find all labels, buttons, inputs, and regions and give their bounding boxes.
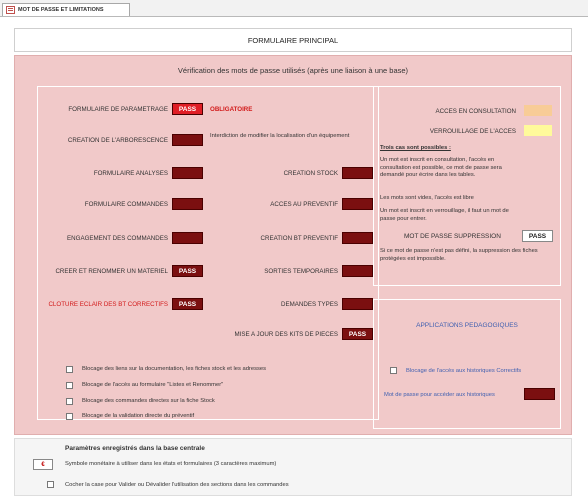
field-mdp-historiques[interactable]: [524, 388, 555, 400]
tab-label: MOT DE PASSE ET LIMITATIONS: [18, 7, 104, 13]
header-title-button[interactable]: FORMULAIRE PRINCIPAL: [14, 28, 572, 52]
checkbox-blocage-commandes[interactable]: [66, 398, 73, 405]
field-creation-arborescence[interactable]: [172, 134, 203, 146]
tab-mot-de-passe[interactable]: MOT DE PASSE ET LIMITATIONS: [2, 3, 130, 16]
checkbox-blocage-listes[interactable]: [66, 382, 73, 389]
field-formulaire-commandes[interactable]: [172, 198, 203, 210]
label-creation-stock: CREATION STOCK: [283, 170, 338, 177]
checkbox-blocage-liens[interactable]: [66, 366, 73, 373]
label-formulaire-commandes: FORMULAIRE COMMANDES: [84, 201, 168, 208]
field-acces-preventif[interactable]: [342, 198, 373, 210]
label-demandes-types: DEMANDES TYPES: [281, 301, 338, 308]
label-trois-cas: Trois cas sont possibles :: [380, 145, 451, 151]
label-mise-a-jour-kits: MISE A JOUR DES KITS DE PIECES: [234, 331, 339, 338]
label-formulaire-analyses: FORMULAIRE ANALYSES: [93, 170, 168, 177]
label-verrouillage-acces: VERROUILLAGE DE L'ACCES: [429, 128, 516, 135]
form-icon: [6, 6, 15, 14]
field-mdp-suppression[interactable]: PASS: [522, 230, 553, 242]
label-acces-preventif: ACCES AU PREVENTIF: [270, 201, 338, 208]
note-consultation: Un mot est inscrit en consultation, l'ac…: [380, 157, 502, 178]
field-demandes-types[interactable]: [342, 298, 373, 310]
note-arborescence: Interdiction de modifier la localisation…: [210, 133, 350, 139]
label-creation-bt-preventif: CREATION BT PREVENTIF: [260, 235, 338, 242]
field-sorties-temporaires[interactable]: [342, 265, 373, 277]
label-cloture-eclair: CLOTURE ECLAIR DES BT CORRECTIFS: [48, 301, 168, 308]
checkbox-label-blocage-historiques: Blocage de l'accès aux historiques Corre…: [406, 368, 522, 374]
pedagogical-panel: APPLICATIONS PEDAGOGIQUES Blocage de l'a…: [373, 299, 561, 429]
field-creer-renommer[interactable]: PASS: [172, 265, 203, 277]
tab-bar: MOT DE PASSE ET LIMITATIONS: [0, 0, 588, 17]
currency-input[interactable]: €: [33, 459, 53, 470]
access-panel: ACCES EN CONSULTATION VERROUILLAGE DE L'…: [373, 86, 561, 286]
checkbox-label-blocage-validation: Blocage de la validation directe du prév…: [82, 413, 195, 419]
field-acces-consultation[interactable]: [524, 105, 552, 116]
field-engagement-commandes[interactable]: [172, 232, 203, 244]
note-suppression: Si ce mot de passe n'est pas défini, la …: [380, 248, 538, 262]
note-verrouillage: Un mot est inscrit en verrouillage, il f…: [380, 208, 509, 222]
checkbox-blocage-validation[interactable]: [66, 413, 73, 420]
password-panel: FORMULAIRE DE PARAMETRAGE PASS OBLIGATOI…: [37, 86, 379, 420]
field-creation-bt-preventif[interactable]: [342, 232, 373, 244]
checkbox-label-sections: Cocher la case pour Valider ou Dévalider…: [65, 482, 289, 488]
field-creation-stock[interactable]: [342, 167, 373, 179]
label-mdp-historiques: Mot de passe pour accéder aux historique…: [384, 392, 495, 398]
checkbox-sections-commandes[interactable]: [47, 481, 54, 488]
field-formulaire-analyses[interactable]: [172, 167, 203, 179]
page-subtitle: Vérification des mots de passe utilisés …: [177, 66, 409, 75]
label-obligatoire: OBLIGATOIRE: [210, 106, 253, 113]
field-formulaire-parametrage[interactable]: PASS: [172, 103, 203, 115]
label-acces-consultation: ACCES EN CONSULTATION: [435, 108, 516, 115]
label-mdp-suppression: MOT DE PASSE SUPPRESSION: [404, 233, 501, 240]
footer-title: Paramètres enregistrés dans la base cent…: [65, 445, 205, 452]
checkbox-label-blocage-commandes: Blocage des commandes directes sur la fi…: [82, 398, 215, 404]
label-engagement-commandes: ENGAGEMENT DES COMMANDES: [67, 235, 168, 242]
label-creer-renommer: CREER ET RENOMMER UN MATERIEL: [55, 268, 168, 275]
field-cloture-eclair[interactable]: PASS: [172, 298, 203, 310]
checkbox-label-blocage-liens: Blocage des liens sur la documentation, …: [82, 366, 266, 372]
checkbox-label-blocage-listes: Blocage de l'accès au formulaire "Listes…: [82, 382, 224, 388]
note-mots-vides: Les mots sont vides, l'accès est libre: [380, 195, 474, 201]
field-verrouillage-acces[interactable]: [524, 125, 552, 136]
currency-label: Symbole monétaire à utiliser dans les ét…: [65, 461, 277, 467]
checkbox-blocage-historiques[interactable]: [390, 367, 397, 374]
label-formulaire-parametrage: FORMULAIRE DE PARAMETRAGE: [68, 106, 168, 113]
field-mise-a-jour-kits[interactable]: PASS: [342, 328, 373, 340]
label-creation-arborescence: CREATION DE L'ARBORESCENCE: [67, 137, 168, 144]
main-panel: Vérification des mots de passe utilisés …: [14, 55, 572, 435]
footer-panel: Paramètres enregistrés dans la base cent…: [14, 438, 572, 496]
label-sorties-temporaires: SORTIES TEMPORAIRES: [264, 268, 338, 275]
label-applications-pedagogiques: APPLICATIONS PEDAGOGIQUES: [416, 322, 518, 329]
